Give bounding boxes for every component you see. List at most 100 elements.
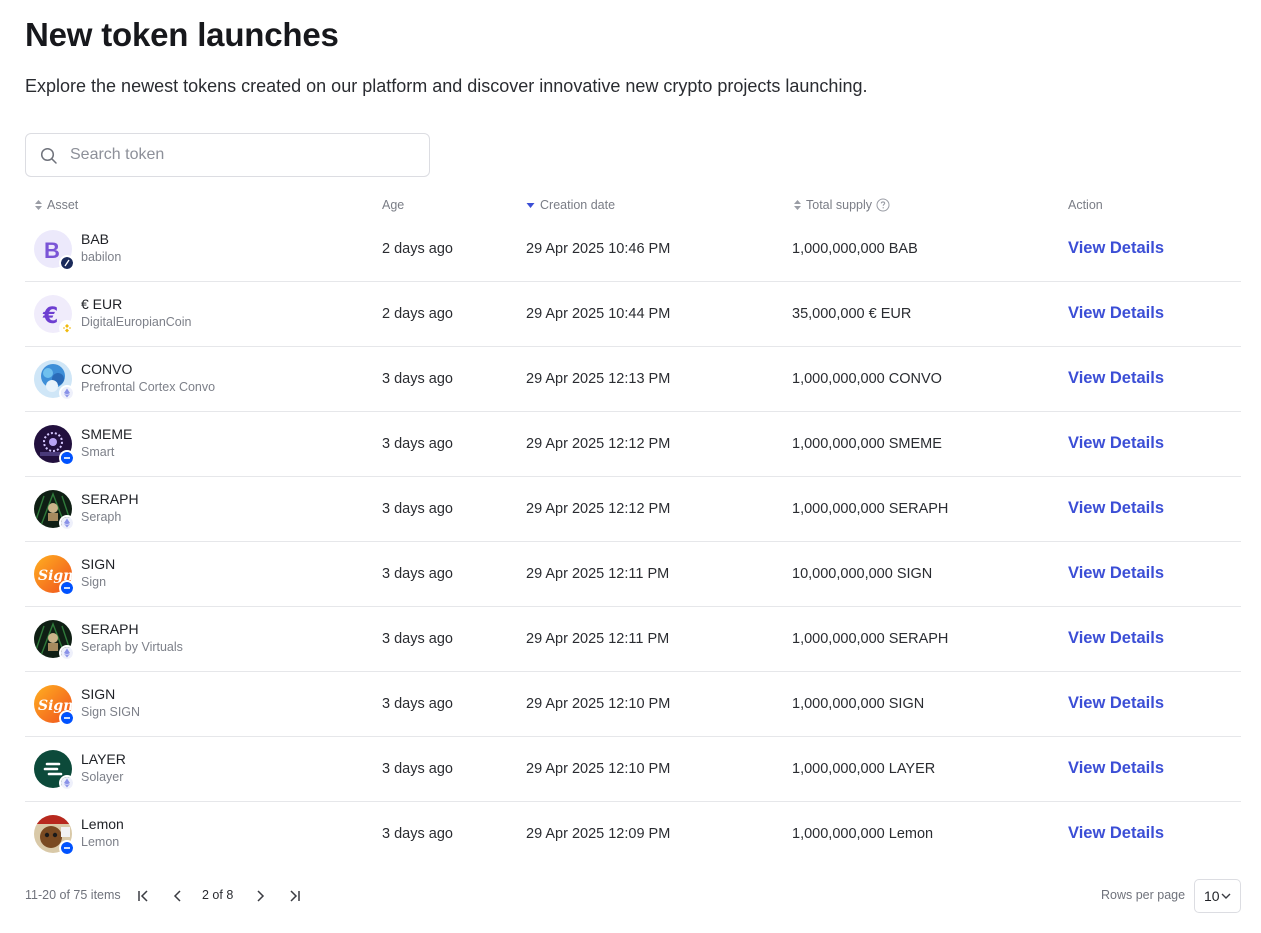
token-creation-date: 29 Apr 2025 12:11 PM	[526, 631, 670, 647]
rows-per-page-label: Rows per page	[1101, 888, 1186, 902]
page-title: New token launches	[25, 16, 339, 53]
token-avatar-convo	[34, 360, 75, 401]
table-row[interactable]: SERAPH Seraph 3 days ago 29 Apr 2025 12:…	[25, 477, 1241, 542]
base-chain-icon	[59, 840, 75, 856]
chevron-right-icon	[257, 890, 265, 902]
ethereum-chain-icon	[59, 385, 75, 401]
table-row[interactable]: Sign SIGN Sign SIGN 3 days ago 29 Apr 20…	[25, 672, 1241, 737]
token-age: 3 days ago	[382, 566, 453, 582]
svg-text:€: €	[42, 304, 58, 329]
table-row[interactable]: Sign SIGN Sign 3 days ago 29 Apr 2025 12…	[25, 542, 1241, 607]
column-header-label: Age	[382, 198, 405, 212]
token-name: Seraph	[81, 510, 122, 524]
bnb-chain-icon	[59, 320, 75, 336]
token-total-supply: 1,000,000,000 Lemon	[792, 826, 934, 842]
base-chain-icon	[59, 450, 75, 466]
token-age: 3 days ago	[382, 501, 453, 517]
base-chain-icon	[59, 255, 75, 271]
token-symbol: Lemon	[81, 816, 124, 832]
previous-page-button[interactable]	[169, 887, 187, 905]
token-symbol: SMEME	[81, 426, 133, 442]
page-subtitle: Explore the newest tokens created on our…	[25, 76, 868, 96]
table-row[interactable]: Lemon Lemon 3 days ago 29 Apr 2025 12:09…	[25, 802, 1241, 867]
table-row[interactable]: SMEME Smart 3 days ago 29 Apr 2025 12:12…	[25, 412, 1241, 477]
view-details-link[interactable]: View Details	[1068, 759, 1164, 778]
table-row[interactable]: SERAPH Seraph by Virtuals 3 days ago 29 …	[25, 607, 1241, 672]
token-creation-date: 29 Apr 2025 10:46 PM	[526, 241, 671, 257]
token-total-supply: 35,000,000 € EUR	[792, 306, 912, 322]
view-details-link[interactable]: View Details	[1068, 824, 1164, 843]
token-age: 2 days ago	[382, 306, 453, 322]
column-header-total-supply[interactable]: Total supply	[793, 197, 890, 213]
search-box[interactable]	[25, 133, 430, 177]
token-name: Lemon	[81, 835, 120, 849]
column-header-asset[interactable]: Asset	[34, 197, 78, 213]
token-age: 3 days ago	[382, 761, 453, 777]
view-details-link[interactable]: View Details	[1068, 239, 1164, 258]
base-chain-icon	[59, 580, 75, 596]
token-avatar-smeme	[34, 425, 75, 466]
view-details-link[interactable]: View Details	[1068, 304, 1164, 323]
token-age: 3 days ago	[382, 696, 453, 712]
token-symbol: BAB	[81, 231, 110, 247]
view-details-link[interactable]: View Details	[1068, 629, 1164, 648]
first-page-button[interactable]	[135, 887, 153, 905]
token-symbol: € EUR	[81, 296, 123, 312]
pagination-range: 11-20 of 75 items	[25, 888, 121, 902]
token-total-supply: 1,000,000,000 CONVO	[792, 371, 942, 387]
last-page-button[interactable]	[285, 887, 303, 905]
sort-descending-icon	[526, 203, 535, 208]
token-symbol: CONVO	[81, 361, 133, 377]
token-age: 3 days ago	[382, 436, 453, 452]
column-header-creation-date[interactable]: Creation date	[526, 197, 615, 213]
token-name: Solayer	[81, 770, 124, 784]
token-symbol: SIGN	[81, 556, 116, 572]
token-age: 3 days ago	[382, 631, 453, 647]
view-details-link[interactable]: View Details	[1068, 369, 1164, 388]
token-symbol: LAYER	[81, 751, 126, 767]
token-name: Prefrontal Cortex Convo	[81, 380, 216, 394]
sort-icon	[35, 200, 42, 210]
search-icon	[40, 147, 57, 164]
view-details-link[interactable]: View Details	[1068, 564, 1164, 583]
token-total-supply: 1,000,000,000 SIGN	[792, 696, 925, 712]
table-row[interactable]: LAYER Solayer 3 days ago 29 Apr 2025 12:…	[25, 737, 1241, 802]
base-chain-icon	[59, 710, 75, 726]
table-row[interactable]: B BAB babilon 2 days ago 29 Apr 2025 10:…	[25, 217, 1241, 282]
token-creation-date: 29 Apr 2025 12:13 PM	[526, 371, 671, 387]
token-age: 3 days ago	[382, 371, 453, 387]
token-avatar-sign: Sign	[34, 685, 75, 726]
token-creation-date: 29 Apr 2025 12:10 PM	[526, 696, 671, 712]
rows-per-page-value: 10	[1204, 888, 1220, 904]
sort-icon	[794, 200, 801, 210]
token-avatar-bab: B	[34, 230, 75, 271]
table-row[interactable]: CONVO Prefrontal Cortex Convo 3 days ago…	[25, 347, 1241, 412]
token-total-supply: 1,000,000,000 SERAPH	[792, 631, 949, 647]
column-header-label: Creation date	[540, 198, 616, 212]
column-header-label: Total supply	[806, 198, 873, 212]
token-symbol: SERAPH	[81, 621, 139, 637]
token-creation-date: 29 Apr 2025 12:10 PM	[526, 761, 671, 777]
column-header-label: Action	[1068, 198, 1103, 212]
token-total-supply: 10,000,000,000 SIGN	[792, 566, 933, 582]
view-details-link[interactable]: View Details	[1068, 694, 1164, 713]
search-input[interactable]	[70, 134, 420, 176]
ethereum-chain-icon	[59, 645, 75, 661]
rows-per-page-select[interactable]: 10	[1194, 879, 1241, 913]
token-total-supply: 1,000,000,000 SERAPH	[792, 501, 949, 517]
token-creation-date: 29 Apr 2025 12:12 PM	[526, 436, 671, 452]
next-page-button[interactable]	[251, 887, 269, 905]
help-circle-icon[interactable]	[876, 198, 890, 212]
ethereum-chain-icon	[59, 515, 75, 531]
token-age: 2 days ago	[382, 241, 453, 257]
ethereum-chain-icon	[59, 775, 75, 791]
token-avatar-lemon	[34, 815, 75, 856]
view-details-link[interactable]: View Details	[1068, 434, 1164, 453]
token-total-supply: 1,000,000,000 LAYER	[792, 761, 936, 777]
table-row[interactable]: € € EUR DigitalEuropianCoin 2 days ago 2…	[25, 282, 1241, 347]
first-page-icon	[138, 890, 148, 902]
token-total-supply: 1,000,000,000 SMEME	[792, 436, 942, 452]
token-symbol: SIGN	[81, 686, 116, 702]
token-name: babilon	[81, 250, 122, 264]
view-details-link[interactable]: View Details	[1068, 499, 1164, 518]
